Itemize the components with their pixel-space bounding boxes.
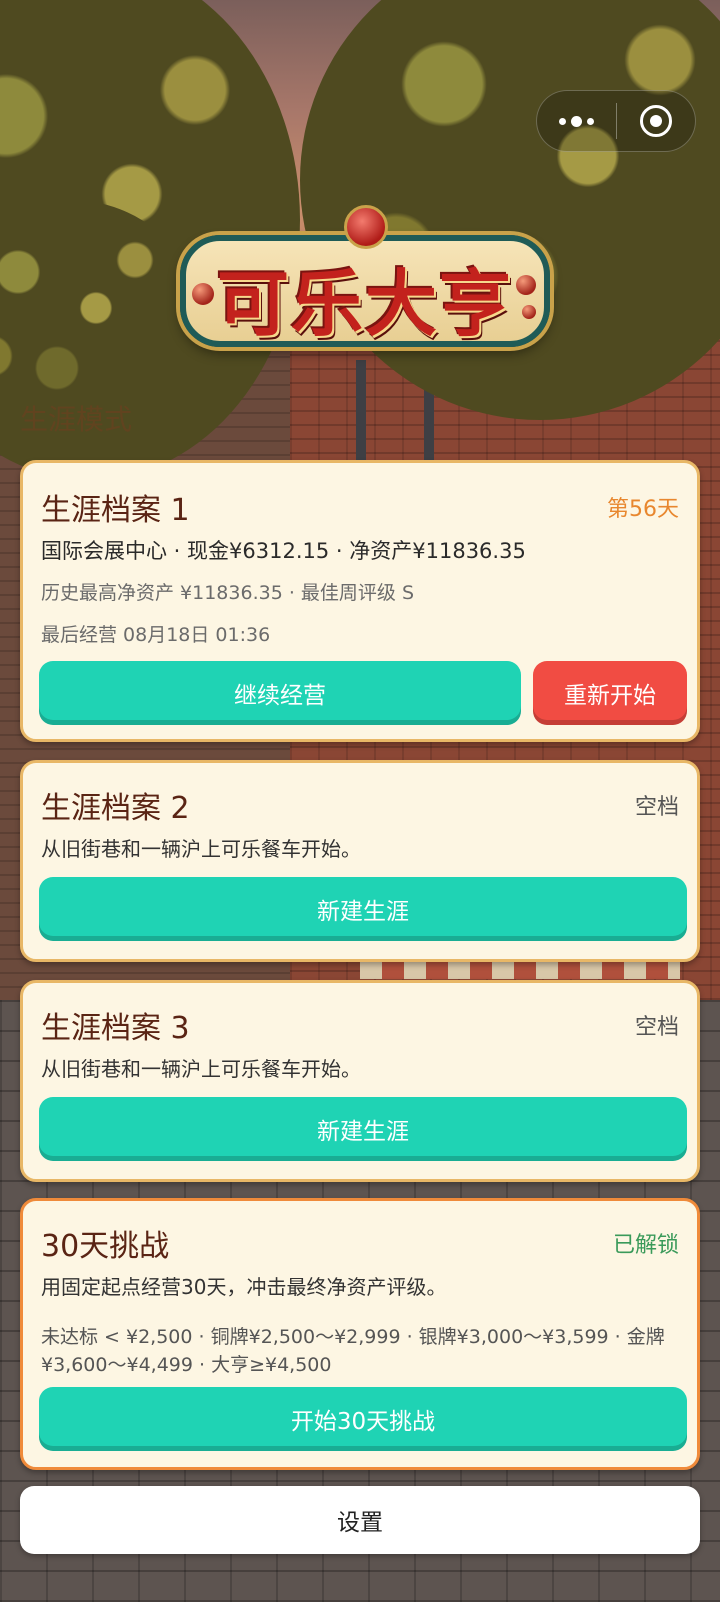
slot-title: 生涯档案 1	[41, 493, 190, 528]
bottle-cap-icon	[344, 205, 388, 249]
mini-program-capsule	[536, 90, 696, 152]
challenge-description: 用固定起点经营30天，冲击最终净资产评级。	[41, 1275, 447, 1299]
target-close-icon	[639, 105, 672, 137]
save-slot-1: 生涯档案 1 第56天 国际会展中心 · 现金¥6312.15 · 净资产¥11…	[20, 460, 700, 742]
day-badge: 第56天	[607, 497, 679, 522]
settings-button[interactable]: 设置	[20, 1486, 700, 1554]
start-challenge-button[interactable]: 开始30天挑战	[39, 1387, 687, 1451]
continue-button[interactable]: 继续经营	[39, 661, 521, 725]
close-button[interactable]	[617, 91, 696, 151]
empty-badge: 空档	[634, 1015, 679, 1040]
slot-summary: 国际会展中心 · 现金¥6312.15 · 净资产¥11836.35	[41, 539, 526, 563]
game-logo: 可乐大亨	[170, 205, 560, 365]
slot-last-played: 最后经营 08月18日 01:36	[41, 624, 271, 646]
more-dots-icon	[558, 115, 594, 127]
challenge-card: 30天挑战 已解锁 用固定起点经营30天，冲击最终净资产评级。 未达标 < ¥2…	[20, 1198, 700, 1470]
more-button[interactable]	[537, 91, 616, 151]
challenge-tiers: 未达标 < ¥2,500 · 铜牌¥2,500～¥2,999 · 银牌¥3,00…	[41, 1326, 665, 1376]
restart-button[interactable]: 重新开始	[533, 661, 687, 725]
new-career-button[interactable]: 新建生涯	[39, 877, 687, 941]
game-title: 可乐大亨	[216, 261, 513, 346]
slot-title: 生涯档案 3	[41, 1011, 190, 1046]
challenge-title: 30天挑战	[41, 1229, 170, 1264]
slot-history: 历史最高净资产 ¥11836.35 · 最佳周评级 S	[41, 582, 415, 604]
new-career-button[interactable]: 新建生涯	[39, 1097, 687, 1161]
save-slot-2: 生涯档案 2 空档 从旧街巷和一辆沪上可乐餐车开始。 新建生涯	[20, 760, 700, 962]
unlocked-badge: 已解锁	[612, 1233, 679, 1258]
slot-description: 从旧街巷和一辆沪上可乐餐车开始。	[41, 837, 361, 861]
save-slot-3: 生涯档案 3 空档 从旧街巷和一辆沪上可乐餐车开始。 新建生涯	[20, 980, 700, 1182]
mode-label: 生涯模式	[20, 403, 133, 436]
slot-description: 从旧街巷和一辆沪上可乐餐车开始。	[41, 1057, 361, 1081]
slot-title: 生涯档案 2	[41, 791, 190, 826]
empty-badge: 空档	[634, 795, 679, 820]
